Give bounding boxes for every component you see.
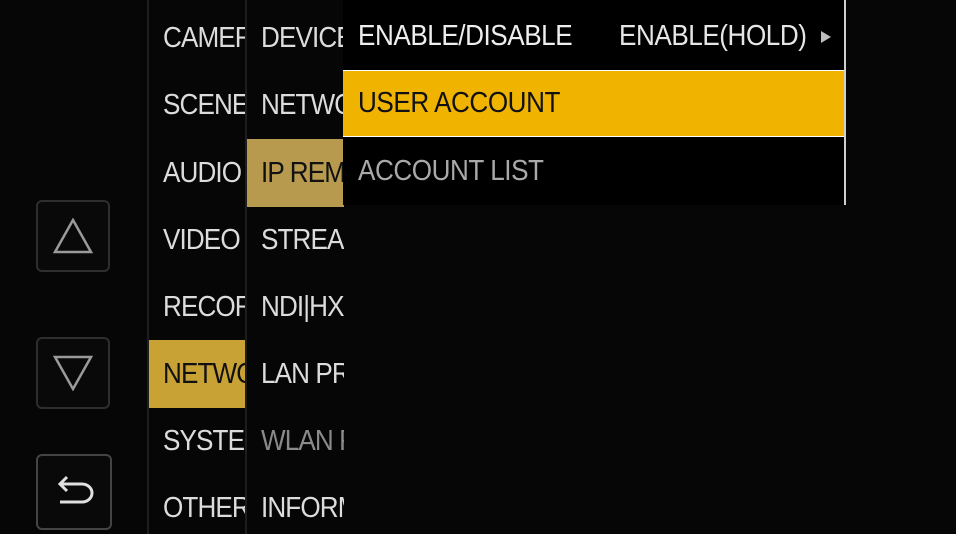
enable-disable-value: ENABLE(HOLD)	[619, 20, 807, 52]
menu-item-camera[interactable]: CAMERA	[149, 4, 245, 72]
return-arrow-icon	[57, 475, 94, 504]
right-arrow-icon	[821, 31, 831, 43]
network-submenu-column: DEVICE SEL NETWORK FUNC IP REMOTE STREAM…	[245, 0, 344, 534]
submenu-item-ip-remote[interactable]: IP REMOTE	[247, 139, 344, 207]
submenu-item-device-sel[interactable]: DEVICE SEL	[247, 4, 344, 72]
submenu-item-information[interactable]: INFORMATION	[247, 474, 344, 534]
enable-disable-label: ENABLE/DISABLE	[358, 20, 573, 52]
main-menu-column: CAMERA SCENE AUDIO VIDEO OUT RECORDING N…	[147, 0, 245, 534]
submenu-item-streaming[interactable]: STREAMING	[247, 206, 344, 274]
user-account-row[interactable]: USER ACCOUNT	[343, 70, 844, 137]
down-button[interactable]	[36, 337, 110, 409]
account-list-label: ACCOUNT LIST	[358, 155, 544, 187]
menu-item-scene[interactable]: SCENE	[149, 71, 245, 139]
menu-item-recording[interactable]: RECORDING	[149, 273, 245, 341]
menu-item-audio[interactable]: AUDIO	[149, 139, 245, 207]
menu-item-system[interactable]: SYSTEM	[149, 407, 245, 475]
user-account-label: USER ACCOUNT	[358, 87, 560, 119]
submenu-item-ndi-hx[interactable]: NDI|HX	[247, 273, 344, 341]
up-triangle-icon	[53, 218, 93, 254]
account-list-row[interactable]: ACCOUNT LIST	[343, 138, 844, 205]
down-triangle-icon	[53, 355, 93, 391]
menu-item-others[interactable]: OTHERS	[149, 474, 245, 534]
enable-disable-row[interactable]: ENABLE/DISABLE ENABLE(HOLD)	[343, 3, 844, 70]
submenu-item-wlan-property[interactable]: WLAN PROPERTY	[247, 407, 344, 475]
menu-item-video-out[interactable]: VIDEO OUT	[149, 206, 245, 274]
ip-remote-panel: ENABLE/DISABLE ENABLE(HOLD) USER ACCOUNT…	[343, 0, 846, 205]
up-button[interactable]	[36, 200, 110, 272]
submenu-item-lan-property[interactable]: LAN PROPERTY	[247, 340, 344, 408]
menu-item-network[interactable]: NETWORK	[149, 340, 245, 408]
back-button[interactable]	[36, 454, 112, 530]
submenu-item-network-func[interactable]: NETWORK FUNC	[247, 71, 344, 139]
camera-menu-screen: CAMERA SCENE AUDIO VIDEO OUT RECORDING N…	[0, 0, 956, 534]
